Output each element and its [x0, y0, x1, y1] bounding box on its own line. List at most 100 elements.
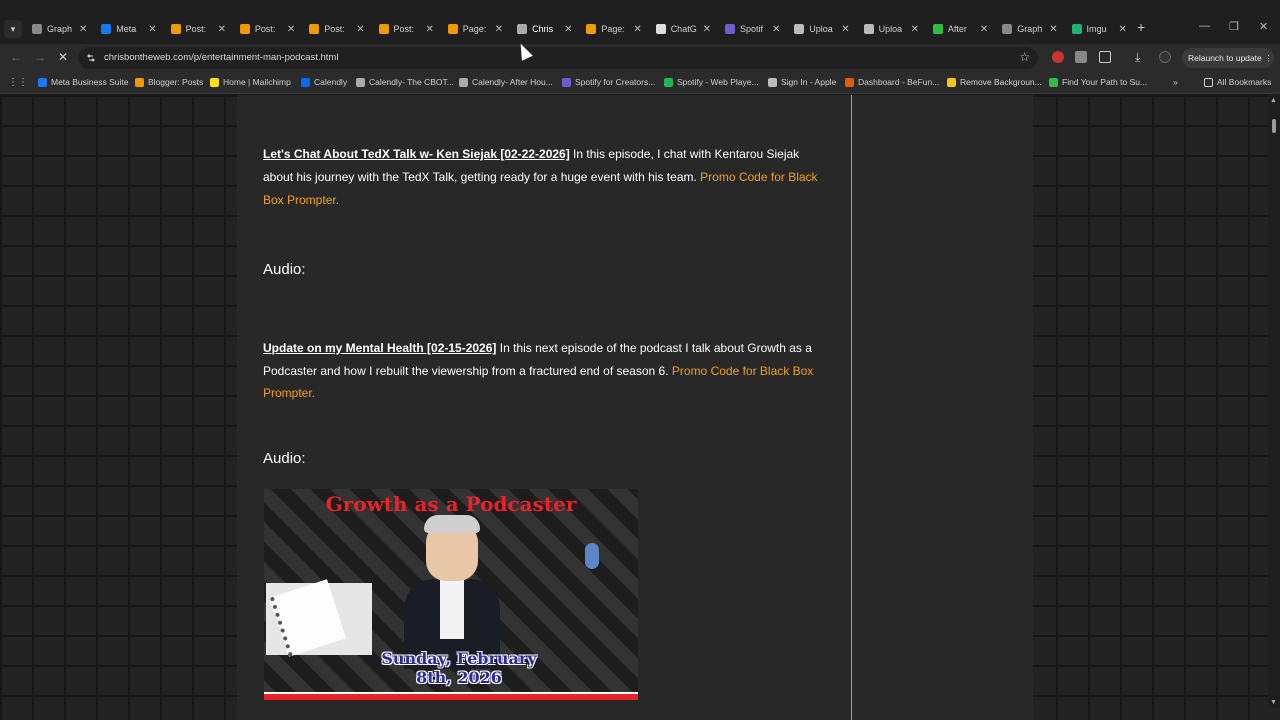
bookmark-favicon-icon — [664, 77, 673, 87]
bookmark-favicon-icon — [135, 77, 144, 87]
bookmark-item[interactable]: Dashboard - BeFun... — [845, 77, 939, 87]
shield-icon[interactable] — [1075, 51, 1087, 63]
browser-tab[interactable]: Spotif ✕ — [725, 18, 780, 40]
thumbnail-date-line2: 8th, 2026 — [416, 668, 502, 687]
maximize-button[interactable]: ❐ — [1229, 20, 1239, 33]
site-info-icon[interactable] — [86, 53, 96, 63]
bookmark-label: Spotify - Web Playe... — [677, 77, 759, 87]
relaunch-button[interactable]: Relaunch to update ⋮ — [1182, 48, 1274, 68]
apps-grid-icon[interactable]: ⋮⋮ — [8, 77, 28, 88]
download-icon[interactable]: ⤓ — [1135, 50, 1140, 65]
bookmark-label: Calendly- After Hou... — [472, 77, 553, 87]
forward-icon[interactable]: → — [34, 50, 46, 64]
browser-tab[interactable]: Page: ✕ — [447, 18, 503, 40]
tab-close-icon[interactable]: ✕ — [148, 24, 156, 35]
browser-tab[interactable]: Post: ✕ — [309, 18, 365, 40]
scroll-down-icon[interactable]: ▼ — [1270, 699, 1277, 706]
more-bookmarks-icon[interactable]: » — [1173, 77, 1178, 87]
episode-thumbnail[interactable]: Growth as a Podcaster Sunday, February 8… — [264, 489, 638, 700]
browser-tab[interactable]: Meta ✕ — [101, 18, 157, 40]
tab-close-icon[interactable]: ✕ — [633, 24, 641, 35]
browser-tab[interactable]: After ✕ — [932, 18, 988, 40]
episode-1-title-link[interactable]: Let's Chat About TedX Talk w- Ken Siejak… — [263, 147, 570, 161]
profile-avatar[interactable] — [1159, 51, 1171, 63]
tab-label: Post: — [324, 24, 345, 34]
tab-favicon-icon — [517, 24, 528, 34]
tab-favicon-icon — [725, 24, 735, 34]
back-icon[interactable]: ← — [10, 50, 22, 64]
bookmark-star-icon[interactable]: ☆ — [1019, 50, 1030, 64]
minimize-button[interactable]: — — [1199, 20, 1210, 32]
scrollbar-thumb[interactable] — [1272, 119, 1276, 133]
bookmark-item[interactable]: Blogger: Posts — [135, 77, 203, 87]
microphone-icon — [585, 543, 599, 569]
tab-close-icon[interactable]: ✕ — [79, 24, 87, 35]
thumbnail-title: Growth as a Podcaster — [325, 492, 577, 516]
tab-close-icon[interactable]: ✕ — [564, 24, 572, 35]
bookmark-item[interactable]: Spotify - Web Playe... — [664, 77, 759, 87]
tab-label: Page: — [462, 24, 487, 34]
bookmark-item[interactable]: Remove Backgroun... — [947, 77, 1042, 87]
tab-search-button[interactable]: ▾ — [4, 20, 22, 38]
browser-tab[interactable]: Page: ✕ — [586, 18, 642, 40]
bookmark-item[interactable]: Find Your Path to Su... — [1049, 77, 1147, 87]
folder-icon — [1204, 77, 1213, 87]
all-bookmarks-button[interactable]: All Bookmarks — [1204, 77, 1271, 87]
bookmark-item[interactable]: Calendly- The CBOT... — [356, 77, 454, 87]
episode-2-title-link[interactable]: Update on my Mental Health [02-15-2026] — [263, 341, 496, 355]
bookmark-favicon-icon — [356, 77, 365, 87]
tab-favicon-icon — [586, 24, 597, 34]
browser-tab[interactable]: Post: ✕ — [378, 18, 434, 40]
bookmark-favicon-icon — [562, 77, 571, 87]
new-tab-button[interactable]: + — [1137, 19, 1145, 35]
tab-close-icon[interactable]: ✕ — [356, 24, 364, 35]
tab-close-icon[interactable]: ✕ — [218, 24, 226, 35]
browser-tab[interactable]: ChatG ✕ — [655, 18, 711, 40]
bookmark-favicon-icon — [947, 77, 956, 87]
tab-close-icon[interactable]: ✕ — [1119, 24, 1127, 35]
bookmark-favicon-icon — [210, 77, 219, 87]
browser-tab[interactable]: Graph ✕ — [32, 18, 87, 40]
tab-close-icon[interactable]: ✕ — [426, 24, 434, 35]
url-text[interactable]: chrisbontheweb.com/p/entertainment-man-p… — [104, 52, 338, 63]
bookmark-item[interactable]: Home | Mailchimp — [210, 77, 291, 87]
tab-close-icon[interactable]: ✕ — [1049, 24, 1057, 35]
extensions-puzzle-icon[interactable] — [1099, 51, 1111, 63]
bookmark-favicon-icon — [459, 77, 468, 87]
browser-tab[interactable]: Uploa ✕ — [794, 18, 850, 40]
address-bar[interactable]: chrisbontheweb.com/p/entertainment-man-p… — [78, 47, 1038, 69]
bookmark-label: Find Your Path to Su... — [1062, 77, 1148, 87]
tab-close-icon[interactable]: ✕ — [287, 24, 295, 35]
bookmark-item[interactable]: Sign In - Apple — [768, 77, 836, 87]
tab-favicon-icon — [170, 24, 181, 34]
tab-label: Post: — [393, 24, 415, 34]
bookmark-label: Remove Backgroun... — [960, 77, 1042, 87]
extension-icon[interactable] — [1052, 51, 1064, 63]
tab-label: Post: — [254, 24, 276, 34]
browser-tab[interactable]: Uploa ✕ — [863, 18, 919, 40]
browser-tab[interactable]: Post: ✕ — [239, 18, 295, 40]
bookmark-label: Calendly- The CBOT... — [369, 77, 454, 87]
tab-close-icon[interactable]: ✕ — [911, 24, 919, 35]
tab-label: Spotif — [740, 24, 764, 34]
browser-tab[interactable]: Graph ✕ — [1002, 18, 1058, 40]
browser-tab[interactable]: Post: ✕ — [170, 18, 226, 40]
bookmark-item[interactable]: Meta Business Suite — [38, 77, 128, 87]
bookmark-item[interactable]: Spotify for Creators... — [562, 77, 655, 87]
tab-close-icon[interactable]: ✕ — [495, 24, 503, 35]
tab-close-icon[interactable]: ✕ — [703, 24, 711, 35]
tab-label: Graph — [1017, 24, 1043, 34]
tab-favicon-icon — [239, 24, 250, 34]
tab-close-icon[interactable]: ✕ — [980, 24, 988, 35]
tab-close-icon[interactable]: ✕ — [772, 24, 780, 35]
browser-tab[interactable]: Chris ✕ — [517, 18, 572, 40]
bookmark-item[interactable]: Calendly- After Hou... — [459, 77, 553, 87]
tab-favicon-icon — [655, 24, 666, 34]
close-window-button[interactable]: ✕ — [1259, 20, 1268, 33]
tab-close-icon[interactable]: ✕ — [841, 24, 849, 35]
browser-tab[interactable]: Imgu ✕ — [1071, 18, 1127, 40]
scroll-up-icon[interactable]: ▲ — [1270, 97, 1277, 104]
bookmark-item[interactable]: Calendly — [301, 77, 347, 87]
stop-loading-icon[interactable]: ✕ — [58, 50, 68, 64]
page-scrollbar[interactable]: ▲ ▼ — [1268, 95, 1280, 708]
